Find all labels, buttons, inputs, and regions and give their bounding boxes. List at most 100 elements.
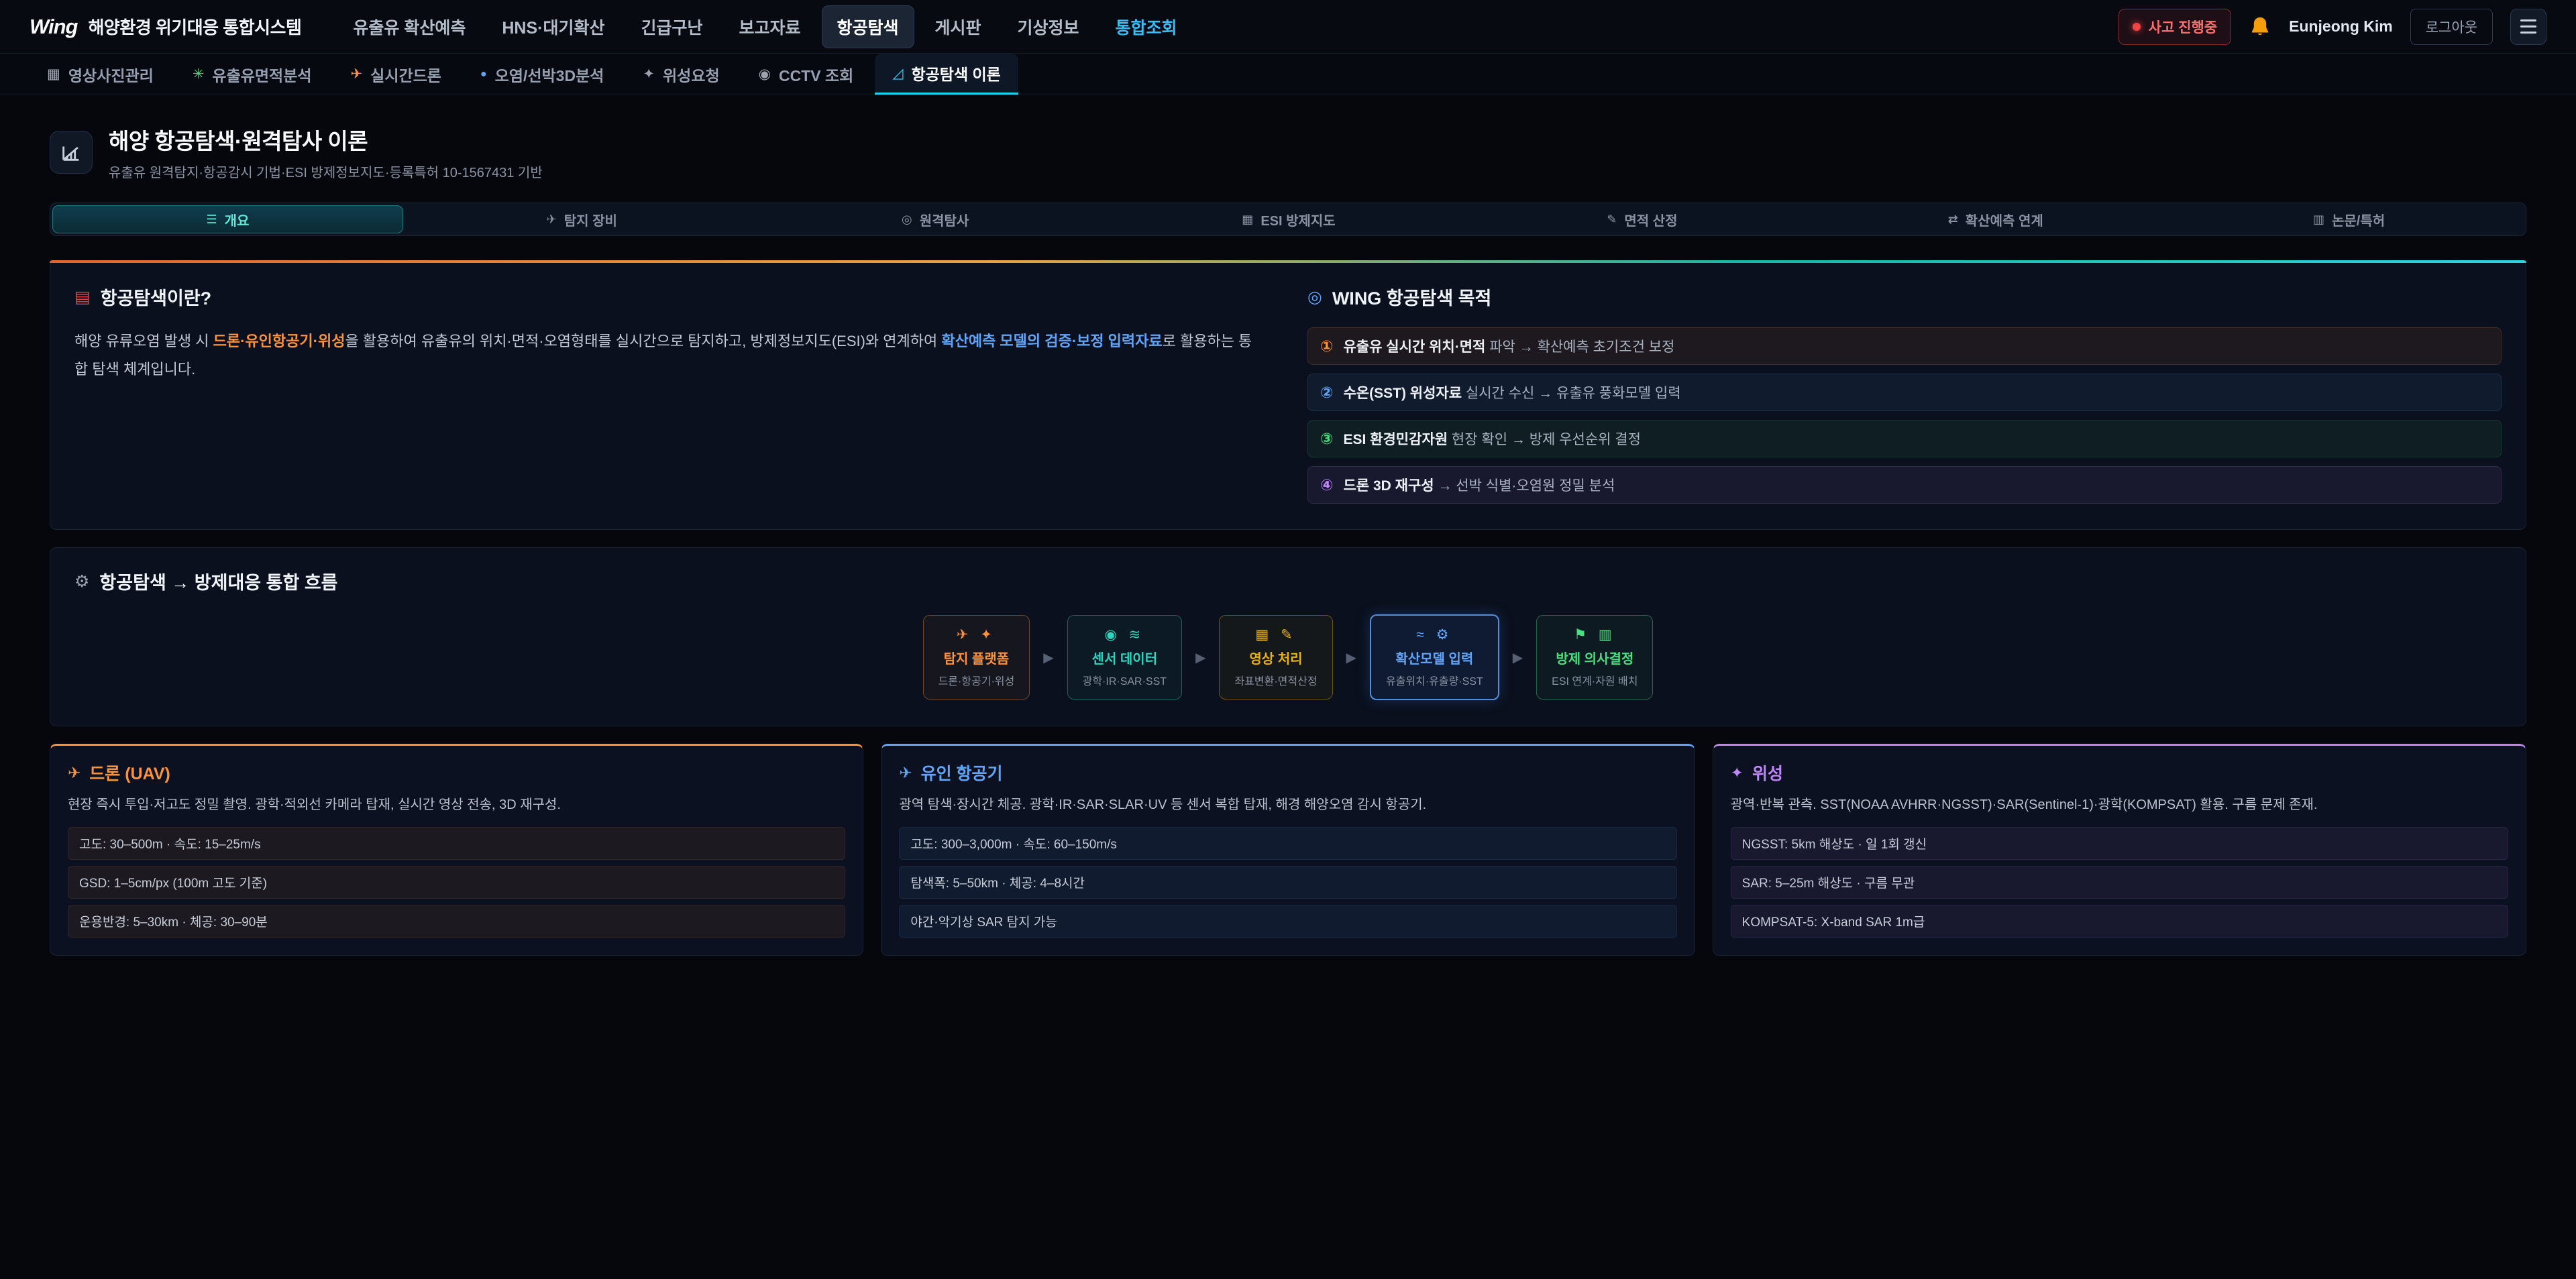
tab-overview[interactable]: ☰ 개요 [52, 205, 403, 233]
cctv-icon: ◉ [759, 66, 771, 82]
spec-row: 고도: 30–500m · 속도: 15–25m/s [68, 827, 845, 860]
topbar-right: 사고 진행중 Eunjeong Kim 로그아웃 [2118, 9, 2546, 45]
satellite-icon: ✦ [1731, 764, 1743, 782]
purpose-text: 수온(SST) 위성자료 실시간 수신 → 유출유 풍화모델 입력 [1343, 382, 1680, 402]
flow-step-title: 영상 처리 [1234, 648, 1317, 667]
drone-card-heading: ✈ 드론 (UAV) [68, 761, 845, 785]
text-segment: 을 활용하여 유출유의 위치·면적·오염형태를 실시간으로 탐지하고, 방제정보… [345, 333, 941, 349]
what-is-paragraph: 해양 유류오염 발생 시 드론·유인항공기·위성을 활용하여 유출유의 위치·면… [74, 327, 1269, 384]
highlight-blue: 확산예측 모델의 검증·보정 입력자료 [941, 333, 1162, 349]
incident-badge-label: 사고 진행중 [2149, 17, 2217, 37]
nav-item-aerial-search[interactable]: 항공탐색 [822, 5, 914, 48]
purpose-text: ESI 환경민감자원 현장 확인 → 방제 우선순위 결정 [1343, 429, 1640, 449]
spec-row: 야간·악기상 SAR 탐지 가능 [899, 905, 1676, 938]
highlight-orange: 드론·유인항공기·위성 [213, 333, 345, 349]
flow-step-image-processing: ▦ ✎ 영상 처리 좌표변환·면적산정 [1219, 615, 1332, 700]
notification-bell-icon[interactable] [2249, 15, 2271, 38]
satellite-icon: ✦ [643, 66, 655, 82]
sub-nav-bar: ▦ 영상사진관리 ✳ 유출유면적분석 ✈ 실시간드론 ● 오염/선박3D분석 ✦… [0, 54, 2576, 95]
purpose-item: ② 수온(SST) 위성자료 실시간 수신 → 유출유 풍화모델 입력 [1307, 374, 2502, 411]
nav-item-oil-spill-prediction[interactable]: 유출유 확산예측 [337, 5, 481, 48]
tab-papers-patents[interactable]: ▥ 논문/특허 [2174, 205, 2524, 233]
tab-area-calculation[interactable]: ✎ 면적 산정 [1467, 205, 1817, 233]
logout-button[interactable]: 로그아웃 [2410, 9, 2493, 45]
gear-icon: ⚙ [74, 571, 89, 592]
book-icon: ▤ [74, 287, 91, 307]
platform-cards: ✈ 드론 (UAV) 현장 즉시 투입·저고도 정밀 촬영. 광학·적외선 카메… [50, 744, 2526, 956]
circled-number-icon: ① [1320, 337, 1333, 355]
subnav-item-oil-area-analysis[interactable]: ✳ 유출유면적분석 [175, 54, 329, 95]
incident-status-badge: 사고 진행중 [2118, 9, 2231, 45]
arrow-right-icon: ▶ [1043, 649, 1053, 666]
app-title: 해양환경 위기대응 통합시스템 [88, 14, 301, 39]
nav-item-board[interactable]: 게시판 [920, 5, 997, 48]
platform-card-aircraft: ✈ 유인 항공기 광역 탐색·장시간 체공. 광학·IR·SAR·SLAR·UV… [881, 744, 1695, 956]
aircraft-card-heading: ✈ 유인 항공기 [899, 761, 1676, 785]
subnav-item-realtime-drone[interactable]: ✈ 실시간드론 [333, 54, 459, 95]
flow-step-subtitle: ESI 연계·자원 배치 [1552, 672, 1638, 688]
circled-number-icon: ④ [1320, 476, 1333, 494]
tab-remote-sensing[interactable]: ◎ 원격탐사 [761, 205, 1110, 233]
subnav-item-label: 위성요청 [663, 63, 720, 86]
purpose-heading: ◎ WING 항공탐색 목적 [1307, 284, 2502, 310]
nav-item-hns-dispersion[interactable]: HNS·대기확산 [486, 5, 620, 48]
subnav-item-label: CCTV 조회 [779, 63, 853, 86]
tab-label: ESI 방제지도 [1260, 210, 1335, 229]
subnav-item-aerial-theory[interactable]: ◿ 항공탐색 이론 [875, 54, 1018, 95]
model-icons: ≈ ⚙ [1386, 626, 1483, 643]
section-title: 항공탐색이란? [101, 284, 212, 310]
spec-row: 운용반경: 5–30km · 체공: 30–90분 [68, 905, 845, 938]
page-title: 해양 항공탐색·원격탐사 이론 [109, 123, 543, 156]
tab-detection-equipment[interactable]: ✈ 탐지 장비 [407, 205, 757, 233]
overview-panel: ▤ 항공탐색이란? 해양 유류오염 발생 시 드론·유인항공기·위성을 활용하여… [50, 260, 2526, 530]
pencil-icon: ✎ [1607, 213, 1617, 227]
document-icon: ▥ [2313, 213, 2324, 227]
what-is-heading: ▤ 항공탐색이란? [74, 284, 1269, 310]
flow-step-sensor-data: ◉ ≋ 센서 데이터 광학·IR·SAR·SST [1067, 615, 1182, 700]
subnav-item-label: 항공탐색 이론 [911, 62, 1000, 85]
decision-icons: ⚑ ▥ [1552, 626, 1638, 643]
image-icon: ▦ [47, 66, 60, 82]
tab-label: 개요 [225, 210, 250, 229]
tab-esi-map[interactable]: ▦ ESI 방제지도 [1114, 205, 1464, 233]
flow-step-subtitle: 광학·IR·SAR·SST [1083, 672, 1167, 688]
purpose-section: ◎ WING 항공탐색 목적 ① 유출유 실시간 위치·면적 파악 → 확산예측… [1307, 284, 2502, 504]
status-dot-icon [2133, 23, 2141, 31]
purpose-text: 유출유 실시간 위치·면적 파악 → 확산예측 초기조건 보정 [1343, 336, 1674, 356]
remote-sensing-icon: ◎ [902, 213, 912, 227]
top-nav-bar: Wing 해양환경 위기대응 통합시스템 유출유 확산예측 HNS·대기확산 긴… [0, 0, 2576, 54]
theory-icon: ◿ [892, 65, 903, 82]
flow-step-title: 확산모델 입력 [1386, 648, 1483, 667]
nav-item-integrated-search[interactable]: 통합조회 [1100, 5, 1193, 48]
map-icon: ▦ [1242, 213, 1253, 227]
subnav-item-pollution-ship-3d[interactable]: ● 오염/선박3D분석 [463, 54, 621, 95]
subnav-item-satellite-request[interactable]: ✦ 위성요청 [625, 54, 737, 95]
flow-diagram: ✈ ✦ 탐지 플랫폼 드론·항공기·위성 ▶ ◉ ≋ 센서 데이터 광학·IR·… [74, 614, 2502, 700]
nav-item-weather-info[interactable]: 기상정보 [1002, 5, 1095, 48]
subnav-item-cctv[interactable]: ◉ CCTV 조회 [741, 54, 871, 95]
nav-item-reports[interactable]: 보고자료 [723, 5, 816, 48]
purpose-item: ④ 드론 3D 재구성 → 선박 식별·오염원 정밀 분석 [1307, 466, 2502, 504]
arrow-right-icon: ▶ [1513, 649, 1523, 666]
flow-step-title: 탐지 플랫폼 [938, 648, 1015, 667]
flow-step-subtitle: 좌표변환·면적산정 [1234, 672, 1317, 688]
card-title: 드론 (UAV) [89, 761, 170, 785]
nav-item-emergency-rescue[interactable]: 긴급구난 [625, 5, 718, 48]
platform-card-drone: ✈ 드론 (UAV) 현장 즉시 투입·저고도 정밀 촬영. 광학·적외선 카메… [50, 744, 863, 956]
tab-prediction-link[interactable]: ⇄ 확산예측 연계 [1821, 205, 2170, 233]
aircraft-description: 광역 탐색·장시간 체공. 광학·IR·SAR·SLAR·UV 등 센서 복합 … [899, 794, 1676, 816]
app-logo[interactable]: Wing 해양환경 위기대응 통합시스템 [30, 14, 301, 39]
drone-description: 현장 즉시 투입·저고도 정밀 촬영. 광학·적외선 카메라 탑재, 실시간 영… [68, 794, 845, 816]
main-content: 해양 항공탐색·원격탐사 이론 유출유 원격탐지·항공감시 기법·ESI 방제정… [0, 95, 2576, 956]
flow-step-detection-platform: ✈ ✦ 탐지 플랫폼 드론·항공기·위성 [923, 615, 1030, 700]
subnav-item-image-management[interactable]: ▦ 영상사진관리 [30, 54, 171, 95]
circled-number-icon: ③ [1320, 430, 1333, 448]
tab-label: 탐지 장비 [564, 210, 617, 229]
hamburger-menu-button[interactable] [2510, 9, 2546, 45]
purpose-list: ① 유출유 실시간 위치·면적 파악 → 확산예측 초기조건 보정 ② 수온(S… [1307, 327, 2502, 504]
spec-row: GSD: 1–5cm/px (100m 고도 기준) [68, 866, 845, 899]
link-icon: ⇄ [1948, 213, 1958, 227]
subnav-item-label: 유출유면적분석 [212, 63, 311, 86]
ship-3d-icon: ● [480, 68, 487, 80]
subnav-item-label: 실시간드론 [370, 63, 441, 86]
